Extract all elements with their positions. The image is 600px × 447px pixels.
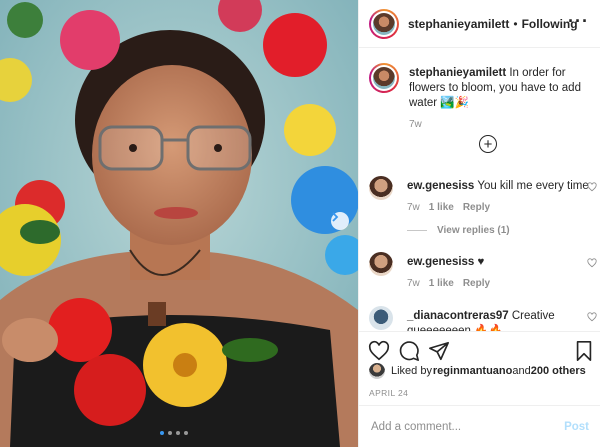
carousel-dot [168, 431, 172, 435]
replies-divider [407, 230, 427, 231]
like-heart-icon[interactable] [368, 340, 390, 362]
comment-body: ♥ [474, 256, 485, 268]
comment-meta: 7w 1 like Reply [407, 278, 499, 289]
post-date[interactable]: APRIL 24 [369, 388, 408, 398]
header-separator: • [513, 16, 518, 31]
post-photo[interactable] [0, 0, 358, 447]
bookmark-icon[interactable] [573, 340, 595, 362]
likes-summary: Liked by reginmantuano and 200 others [369, 363, 586, 379]
carousel-dot [176, 431, 180, 435]
next-slide-button[interactable] [331, 212, 349, 230]
post-side-panel: stephanieyamilett • Following ··· stepha… [358, 0, 600, 447]
comment-meta: 7w 1 like Reply [407, 202, 499, 213]
chevron-right-icon [332, 212, 339, 222]
load-more-comments-button[interactable]: + [479, 135, 497, 153]
reply-button[interactable]: Reply [463, 202, 490, 213]
like-heart-icon[interactable] [587, 182, 597, 192]
photo-illustration [0, 0, 358, 447]
comment-time[interactable]: 7w [407, 278, 420, 289]
avatar[interactable] [369, 63, 399, 93]
comment-text: _dianacontreras97 Creative queeeeeeen 🔥🔥 [407, 309, 589, 331]
avatar[interactable] [369, 8, 399, 39]
liker-username[interactable]: reginmantuano [433, 365, 512, 377]
comment-bubble-icon[interactable] [398, 340, 420, 362]
carousel-dot [160, 431, 164, 435]
post-header: stephanieyamilett • Following ··· [359, 0, 600, 48]
comment-username[interactable]: _dianacontreras97 [407, 310, 509, 322]
comment-input[interactable]: Add a comment... [371, 421, 461, 433]
comment-likes[interactable]: 1 like [429, 278, 454, 289]
comment-likes[interactable]: 1 like [429, 202, 454, 213]
likes-prefix: Liked by [391, 365, 432, 377]
like-heart-icon[interactable] [587, 258, 597, 268]
post-view: stephanieyamilett • Following ··· stepha… [0, 0, 600, 447]
add-comment-bar: Add a comment... Post [359, 405, 600, 447]
comments-list: stephanieyamilett In order for flowers t… [359, 49, 600, 331]
comment-text: ew.genesiss You kill me every time [407, 179, 589, 194]
avatar[interactable] [369, 176, 393, 200]
comment-text: ew.genesiss ♥ [407, 255, 589, 270]
caption-text: stephanieyamilett In order for flowers t… [409, 66, 599, 111]
caption-timestamp[interactable]: 7w [409, 119, 422, 130]
avatar[interactable] [369, 306, 393, 330]
likes-middle: and [512, 365, 531, 377]
avatar[interactable] [369, 363, 385, 379]
avatar[interactable] [369, 252, 393, 276]
like-heart-icon[interactable] [587, 312, 597, 322]
carousel-dot [184, 431, 188, 435]
comment-username[interactable]: ew.genesiss [407, 180, 474, 192]
post-comment-button[interactable]: Post [564, 421, 589, 433]
reply-button[interactable]: Reply [463, 278, 490, 289]
carousel-indicator [160, 431, 188, 435]
view-replies-button[interactable]: View replies (1) [407, 225, 510, 236]
comment-body: You kill me every time [474, 180, 589, 192]
plus-circle-icon: + [483, 135, 493, 153]
likes-others-link[interactable]: 200 others [531, 365, 586, 377]
header-username[interactable]: stephanieyamilett [408, 17, 509, 31]
comment-time[interactable]: 7w [407, 202, 420, 213]
comment-username[interactable]: ew.genesiss [407, 256, 474, 268]
caption-username[interactable]: stephanieyamilett [409, 67, 506, 79]
more-horizontal-icon[interactable]: ··· [568, 12, 589, 30]
share-paper-plane-icon[interactable] [428, 340, 450, 362]
view-replies-label: View replies (1) [437, 225, 510, 236]
